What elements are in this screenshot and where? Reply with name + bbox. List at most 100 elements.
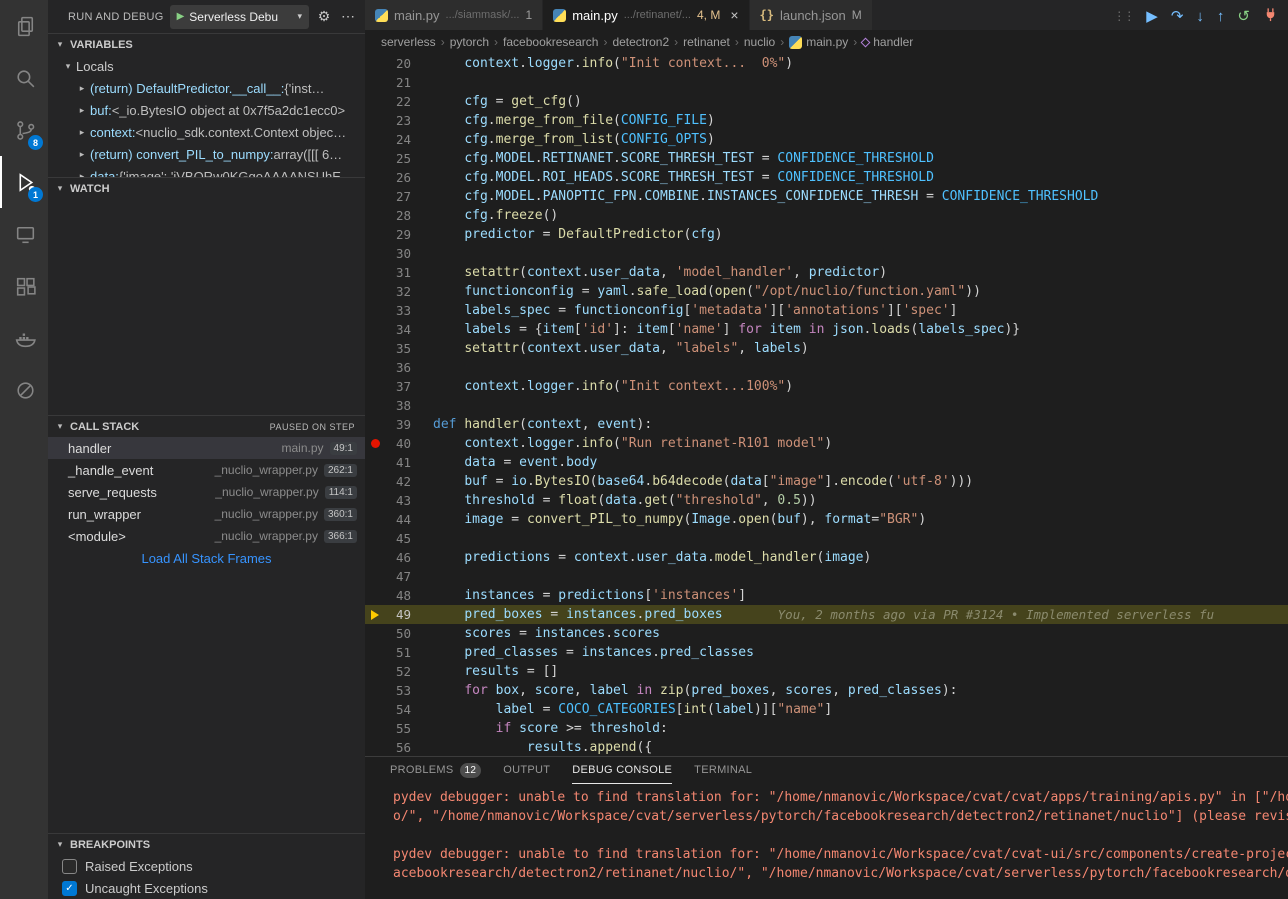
glyph-margin[interactable] [365,111,385,130]
code-text[interactable]: scores = instances.scores [433,624,660,643]
code-text[interactable]: pred_boxes = instances.pred_boxes [433,605,723,624]
glyph-margin[interactable] [365,567,385,586]
code-text[interactable]: cfg = get_cfg() [433,92,582,111]
glyph-margin[interactable] [365,586,385,605]
breadcrumb-item[interactable]: handler [862,35,913,49]
glyph-margin[interactable] [365,377,385,396]
breadcrumb-item[interactable]: main.py [789,35,848,49]
code-text[interactable]: predictions = context.user_data.model_ha… [433,548,871,567]
glyph-margin[interactable] [365,719,385,738]
breadcrumb-item[interactable]: detectron2 [612,35,669,49]
current-line-arrow-icon[interactable] [365,605,385,624]
glyph-margin[interactable] [365,320,385,339]
breakpoint-icon[interactable] [365,434,385,453]
code-text[interactable]: context.logger.info("Init context...100%… [433,377,793,396]
panel-tab-debug-console[interactable]: DEBUG CONSOLE [572,757,672,784]
glyph-margin[interactable] [365,681,385,700]
checkbox[interactable]: ✓ [62,881,77,896]
code-text[interactable]: setattr(context.user_data, 'model_handle… [433,263,887,282]
glyph-margin[interactable] [365,130,385,149]
glyph-margin[interactable] [365,282,385,301]
editor-tab[interactable]: main.py.../siammask/...1 [365,0,543,30]
glyph-margin[interactable] [365,244,385,263]
activity-bar-item-remote-explorer[interactable] [0,208,48,260]
drag-handle[interactable]: ⋮⋮ [1113,9,1133,23]
glyph-margin[interactable] [365,225,385,244]
code-editor[interactable]: 20 context.logger.info("Init context... … [365,54,1288,756]
code-text[interactable]: predictor = DefaultPredictor(cfg) [433,225,723,244]
scope-locals-row[interactable]: ▾ Locals [48,55,365,77]
glyph-margin[interactable] [365,187,385,206]
breadcrumb-item[interactable]: facebookresearch [503,35,598,49]
checkbox[interactable] [62,859,77,874]
editor-tab[interactable]: main.py.../retinanet/...4, M× [543,0,749,30]
code-text[interactable]: labels_spec = functionconfig['metadata']… [433,301,957,320]
glyph-margin[interactable] [365,700,385,719]
glyph-margin[interactable] [365,358,385,377]
code-text[interactable]: labels = {item['id']: item['name'] for i… [433,320,1020,339]
variable-row[interactable]: ▸(return) DefaultPredictor.__call__: {'i… [48,77,365,99]
code-text[interactable]: context.logger.info("Run retinanet-R101 … [433,434,832,453]
code-text[interactable]: cfg.MODEL.PANOPTIC_FPN.COMBINE.INSTANCES… [433,187,1098,206]
code-text[interactable]: for box, score, label in zip(pred_boxes,… [433,681,957,700]
chevron-expanded-icon[interactable]: ▾ [60,61,76,72]
glyph-margin[interactable] [365,453,385,472]
variable-row[interactable]: ▸data: {'image': 'iVBORw0KGgoAAAANSUhE… [48,165,365,177]
breadcrumb-item[interactable]: retinanet [683,35,730,49]
glyph-margin[interactable] [365,301,385,320]
breadcrumb-item[interactable]: nuclio [744,35,775,49]
step-over-button[interactable]: ↷ [1171,9,1184,24]
start-debugging-icon[interactable]: ▶ [177,11,185,22]
continue-button[interactable]: ▶ [1146,9,1158,24]
panel-tab-output[interactable]: OUTPUT [503,757,550,784]
glyph-margin[interactable] [365,491,385,510]
panel-tab-terminal[interactable]: TERMINAL [694,757,752,784]
variable-row[interactable]: ▸buf: <_io.BytesIO object at 0x7f5a2dc1e… [48,99,365,121]
glyph-margin[interactable] [365,643,385,662]
editor-tab[interactable]: {}launch.jsonM [750,0,873,30]
disconnect-button[interactable] [1263,7,1278,25]
code-text[interactable]: instances = predictions['instances'] [433,586,746,605]
breadcrumb-item[interactable]: pytorch [450,35,489,49]
glyph-margin[interactable] [365,73,385,92]
call-stack-frame[interactable]: _handle_event_nuclio_wrapper.py262:1 [48,459,365,481]
glyph-margin[interactable] [365,472,385,491]
watch-list[interactable] [48,199,365,415]
code-text[interactable]: pred_classes = instances.pred_classes [433,643,754,662]
code-text[interactable]: def handler(context, event): [433,415,652,434]
code-text[interactable]: cfg.MODEL.RETINANET.SCORE_THRESH_TEST = … [433,149,934,168]
glyph-margin[interactable] [365,510,385,529]
glyph-margin[interactable] [365,263,385,282]
glyph-margin[interactable] [365,168,385,187]
call-stack-section-header[interactable]: ▾ CALL STACK PAUSED ON STEP [48,415,365,437]
code-text[interactable]: cfg.merge_from_file(CONFIG_FILE) [433,111,715,130]
glyph-margin[interactable] [365,92,385,111]
breakpoint-row[interactable]: ✓Uncaught Exceptions [48,877,365,899]
code-text[interactable]: results.append({ [433,738,652,756]
glyph-margin[interactable] [365,339,385,358]
activity-bar-item-docker[interactable] [0,312,48,364]
glyph-margin[interactable] [365,548,385,567]
debug-config-dropdown[interactable]: ▶ Serverless Debu ▾ [170,5,309,29]
glyph-margin[interactable] [365,206,385,225]
debug-console-output[interactable]: pydev debugger: unable to find translati… [365,784,1288,899]
code-text[interactable]: context.logger.info("Init context... 0%"… [433,54,793,73]
breadcrumb-item[interactable]: serverless [381,35,436,49]
glyph-margin[interactable] [365,624,385,643]
code-text[interactable]: if score >= threshold: [433,719,668,738]
code-text[interactable]: cfg.freeze() [433,206,558,225]
call-stack-frame[interactable]: <module>_nuclio_wrapper.py366:1 [48,525,365,547]
code-text[interactable]: results = [] [433,662,558,681]
code-text[interactable]: label = COCO_CATEGORIES[int(label)]["nam… [433,700,832,719]
glyph-margin[interactable] [365,54,385,73]
code-text[interactable]: image = convert_PIL_to_numpy(Image.open(… [433,510,926,529]
more-actions-icon[interactable]: ⋯ [339,8,357,25]
activity-bar-item-tools[interactable] [0,364,48,416]
panel-tab-problems[interactable]: PROBLEMS12 [390,757,481,784]
code-text[interactable]: threshold = float(data.get("threshold", … [433,491,817,510]
restart-button[interactable]: ↺ [1237,9,1250,24]
code-text[interactable]: functionconfig = yaml.safe_load(open("/o… [433,282,981,301]
step-out-button[interactable]: ↑ [1217,9,1225,24]
activity-bar-item-explorer[interactable] [0,0,48,52]
activity-bar-item-run-and-debug[interactable]: 1 [0,156,48,208]
